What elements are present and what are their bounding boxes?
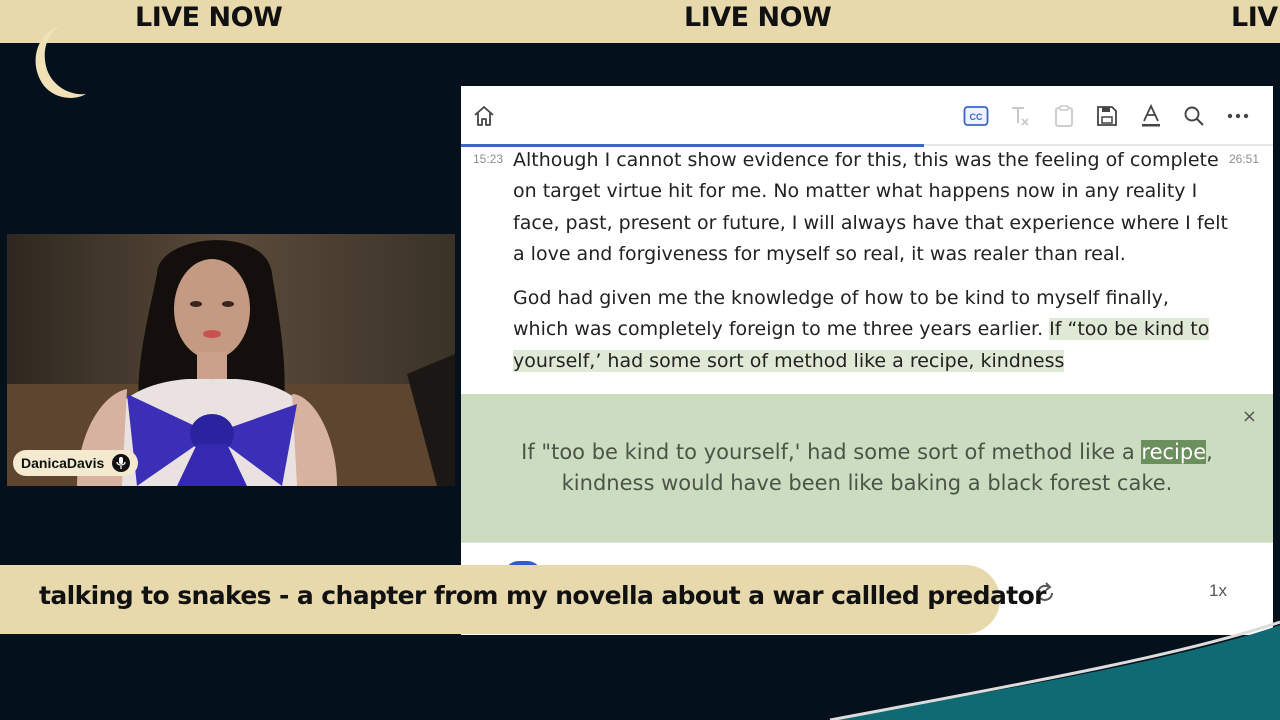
microphone-icon [112, 454, 131, 472]
current-word: recipe [1141, 440, 1207, 464]
save-icon[interactable] [1094, 103, 1120, 129]
paragraph: Although I cannot show evidence for this… [513, 149, 1228, 265]
captions-label: CC [970, 112, 983, 122]
time-elapsed: 15:23 [473, 152, 504, 166]
ticker-item: LIVE NOW [1231, 2, 1280, 33]
captions-icon[interactable]: CC [963, 103, 989, 129]
clear-format-icon[interactable] [1007, 103, 1033, 129]
webcam-feed: DanicaDavis [7, 234, 455, 486]
ticker-item: LIVE NOW [684, 2, 832, 33]
live-ticker: LIVE NOW LIVE NOW LIVE NOW [0, 0, 1280, 43]
reader-toolbar: CC [461, 86, 1273, 144]
popup-sentence: If "too be kind to yourself,' had some s… [491, 437, 1243, 499]
close-icon[interactable]: × [1242, 406, 1257, 427]
reader-text: Although I cannot show evidence for this… [513, 145, 1228, 390]
line-focus-popup: × If "too be kind to yourself,' had some… [461, 394, 1273, 542]
home-icon[interactable] [471, 103, 497, 129]
crescent-moon-icon [35, 26, 86, 98]
presenter-name-tag: DanicaDavis [13, 450, 139, 476]
ticker-item: LIVE NOW [135, 2, 283, 33]
immersive-reader: CC 15:23 26:51 Although I cannot show ev… [461, 86, 1273, 635]
popup-text-before: If "too be kind to yourself,' had some s… [521, 440, 1142, 464]
presenter-name: DanicaDavis [21, 455, 105, 471]
clipboard-icon[interactable] [1051, 103, 1077, 129]
stream-title: talking to snakes - a chapter from my no… [39, 581, 1046, 610]
text-color-icon[interactable] [1138, 103, 1164, 129]
search-icon[interactable] [1181, 103, 1207, 129]
lower-third-banner: talking to snakes - a chapter from my no… [0, 565, 1046, 634]
time-total: 26:51 [1228, 152, 1259, 166]
paragraph: God had given me the knowledge of how to… [513, 283, 1228, 377]
playback-speed[interactable]: 1x [1209, 581, 1227, 601]
more-icon[interactable] [1225, 103, 1251, 129]
webcam-image [7, 234, 455, 486]
